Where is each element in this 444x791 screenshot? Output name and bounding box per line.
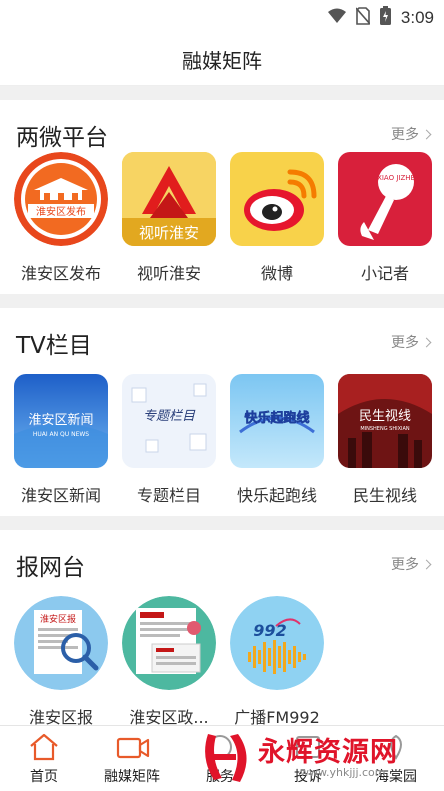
section-tv-programs: TV栏目 更多 淮安区新闻 HUAI AN QU NEWS 淮安区新闻 专题栏目… bbox=[0, 308, 444, 516]
thumb-subtext: HUAI AN QU NEWS bbox=[33, 431, 89, 438]
thumb-text: 民生视线 bbox=[359, 409, 411, 424]
shiting-huaian-logo: 视听淮安 bbox=[122, 152, 216, 246]
section-divider bbox=[0, 516, 444, 530]
no-sim-icon bbox=[355, 6, 371, 29]
thumb-text: XIAO JIZHE bbox=[377, 174, 415, 182]
garden-icon bbox=[380, 732, 412, 762]
tv-item-minsheng-shixian[interactable]: 民生视线 MINSHENG SHIXIAN 民生视线 bbox=[330, 374, 440, 514]
tv-item-special-topics[interactable]: 专题栏目 专题栏目 bbox=[114, 374, 224, 514]
platform-item-weibo[interactable]: 微博 bbox=[222, 152, 332, 292]
more-link[interactable]: 更多 bbox=[391, 124, 432, 144]
nav-item-complaint[interactable]: 投诉 bbox=[264, 726, 352, 791]
status-time: 3:09 bbox=[400, 7, 434, 27]
item-label: 淮安区新闻 bbox=[20, 486, 101, 505]
page-title: 融媒矩阵 bbox=[182, 49, 262, 73]
chevron-right-icon bbox=[421, 129, 432, 139]
status-bar: 3:09 bbox=[0, 0, 444, 34]
section-two-micro-platforms: 两微平台 更多 淮安区发布 淮安区发布 视听淮安 视听淮安 微博 XIAO JI… bbox=[0, 100, 444, 294]
thumb-subtext: MINSHENG SHIXIAN bbox=[360, 426, 410, 432]
app-header: 融媒矩阵 bbox=[0, 34, 444, 86]
battery-icon bbox=[379, 6, 391, 29]
item-label: 快乐起跑线 bbox=[236, 486, 317, 505]
thumb-text: 专题栏目 bbox=[143, 409, 196, 424]
tv-item-happy-start-line[interactable]: 快乐起跑线 快乐起跑线 bbox=[222, 374, 332, 514]
item-label: 民生视线 bbox=[352, 486, 417, 505]
nav-label: 融媒矩阵 bbox=[104, 769, 160, 785]
complaint-icon bbox=[292, 732, 324, 762]
wifi-icon bbox=[327, 8, 346, 28]
nav-label: 投诉 bbox=[294, 769, 322, 785]
little-reporter-logo: XIAO JIZHE bbox=[338, 152, 432, 246]
nav-label: 海棠园 bbox=[375, 769, 417, 785]
section-divider bbox=[0, 294, 444, 308]
platform-item-huaian-release[interactable]: 淮安区发布 淮安区发布 bbox=[6, 152, 116, 292]
nav-item-garden[interactable]: 海棠园 bbox=[352, 726, 440, 791]
more-link[interactable]: 更多 bbox=[391, 554, 432, 574]
item-label: 视听淮安 bbox=[136, 264, 201, 283]
section-newspaper-web-tv: 报网台 更多 淮安区报 淮安区报 淮安区政... 992 广播FM992 bbox=[0, 530, 444, 727]
thumb-text: 淮安区新闻 bbox=[28, 412, 93, 428]
minsheng-shixian-logo: 民生视线 MINSHENG SHIXIAN bbox=[338, 374, 432, 468]
nav-label: 首页 bbox=[30, 769, 58, 785]
nav-item-service[interactable]: 服务 bbox=[176, 726, 264, 791]
more-link[interactable]: 更多 bbox=[391, 332, 432, 352]
section-header: TV栏目 更多 bbox=[0, 308, 444, 370]
thumb-text: 淮安区报 bbox=[40, 613, 76, 625]
section-title: TV栏目 bbox=[16, 333, 92, 359]
section-title: 报网台 bbox=[16, 555, 85, 581]
thumb-text: 淮安区发布 bbox=[36, 205, 86, 218]
service-icon bbox=[204, 732, 236, 762]
section-divider bbox=[0, 86, 444, 100]
more-label: 更多 bbox=[391, 557, 419, 573]
chevron-right-icon bbox=[421, 559, 432, 569]
huaian-district-release-logo: 淮安区发布 bbox=[14, 152, 108, 246]
media-item-district-government[interactable]: 淮安区政... bbox=[114, 596, 224, 736]
thumb-text: 快乐起跑线 bbox=[244, 410, 309, 426]
nav-item-media-matrix[interactable]: 融媒矩阵 bbox=[88, 726, 176, 791]
weibo-logo bbox=[230, 152, 324, 246]
bottom-navigation: 首页 融媒矩阵 服务 投诉 海棠园 bbox=[0, 725, 444, 791]
thumb-text: 视听淮安 bbox=[139, 224, 199, 242]
thumb-text: 992 bbox=[253, 621, 286, 640]
platform-item-little-reporter[interactable]: XIAO JIZHE 小记者 bbox=[330, 152, 440, 292]
chevron-right-icon bbox=[421, 337, 432, 347]
section-header: 报网台 更多 bbox=[0, 530, 444, 592]
item-label: 小记者 bbox=[360, 264, 409, 283]
home-icon bbox=[28, 732, 60, 762]
media-item-fm992[interactable]: 992 广播FM992 bbox=[222, 596, 332, 736]
nav-item-home[interactable]: 首页 bbox=[0, 726, 88, 791]
more-label: 更多 bbox=[391, 335, 419, 351]
item-label: 微博 bbox=[260, 264, 293, 283]
platform-item-shiting-huaian[interactable]: 视听淮安 视听淮安 bbox=[114, 152, 224, 292]
happy-start-line-logo: 快乐起跑线 bbox=[230, 374, 324, 468]
item-label: 淮安区发布 bbox=[20, 264, 101, 283]
nav-label: 服务 bbox=[206, 769, 234, 785]
media-item-district-newspaper[interactable]: 淮安区报 淮安区报 bbox=[6, 596, 116, 736]
district-newspaper-logo: 淮安区报 bbox=[14, 596, 108, 690]
special-topic-logo: 专题栏目 bbox=[122, 374, 216, 468]
video-camera-icon bbox=[116, 732, 150, 762]
huaian-news-logo: 淮安区新闻 HUAI AN QU NEWS bbox=[14, 374, 108, 468]
district-government-site-logo bbox=[122, 596, 216, 690]
more-label: 更多 bbox=[391, 127, 419, 143]
item-label: 专题栏目 bbox=[136, 486, 201, 505]
tv-item-huaian-news[interactable]: 淮安区新闻 HUAI AN QU NEWS 淮安区新闻 bbox=[6, 374, 116, 514]
section-title: 两微平台 bbox=[16, 125, 108, 151]
fm992-radio-logo: 992 bbox=[230, 596, 324, 690]
